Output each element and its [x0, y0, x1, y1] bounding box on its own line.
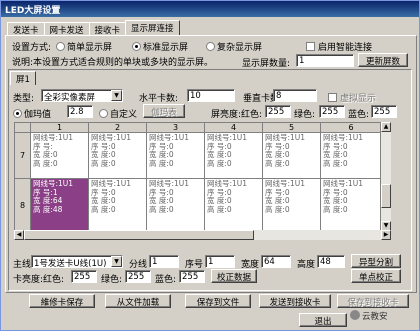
grid-cell[interactable]: 网线号:1U1 序 号:0 宽 度:0 高 度:0: [263, 179, 321, 230]
type-label: 类型:: [13, 94, 35, 104]
update-count-button[interactable]: 更新屏数: [358, 53, 408, 67]
gamma-option[interactable]: 伽玛值: [13, 107, 51, 120]
load-file-button[interactable]: 从文件加载: [105, 294, 171, 308]
col-header: 3: [147, 123, 205, 133]
custom-option[interactable]: 自定义: [99, 107, 137, 120]
chevron-down-icon: ▼: [111, 256, 122, 267]
brightness-label: 屏亮度:红色:: [211, 110, 263, 120]
scroll-thumb[interactable]: [381, 184, 391, 208]
red-input[interactable]: 255: [265, 105, 291, 118]
save-card-button[interactable]: 維修卡保存: [29, 294, 95, 308]
virtual-display[interactable]: 虚拟显示: [328, 91, 376, 104]
scroll-up-icon[interactable]: ▲: [381, 122, 391, 132]
radio-standard[interactable]: [132, 42, 141, 51]
grid-horizontal-scrollbar[interactable]: ◀ ▶: [14, 230, 391, 240]
radio-gamma[interactable]: [13, 109, 22, 118]
send-card-button[interactable]: 发送到接收卡: [259, 294, 331, 308]
watermark-icon: [350, 310, 360, 320]
smart-connect-checkbox[interactable]: [306, 42, 315, 51]
mode-label: 设置方式:: [12, 43, 52, 53]
main-line-select[interactable]: 1号发送卡U线(1U) ▼: [31, 255, 123, 269]
card-green-label: 绿色:: [101, 275, 123, 285]
col-header: 6: [321, 123, 380, 133]
gamma-input[interactable]: 2.8: [67, 105, 93, 118]
height-input[interactable]: 48: [317, 255, 345, 268]
point-calibrate-button[interactable]: 单点校正: [351, 269, 401, 283]
virtual-checkbox[interactable]: [328, 93, 337, 102]
row-header: 7: [15, 133, 31, 179]
main-line-label: 主线: [13, 260, 32, 270]
grid-cell[interactable]: 网线号:1U1 序 号: 宽 度:0 高 度:0: [31, 133, 89, 179]
save-send-button[interactable]: 保存到接收卡: [337, 294, 409, 308]
scroll-left-icon[interactable]: ◀: [14, 230, 24, 240]
row-header: 8: [15, 179, 31, 230]
mode-complex[interactable]: 复杂显示屏: [206, 40, 262, 53]
height-label: 高度: [297, 260, 316, 270]
exit-button[interactable]: 退出: [299, 313, 347, 327]
card-grid[interactable]: 1 2 3 4 5 6 7 8 网线号:1U1 序 号: 宽 度:0 高 度:0 网线…: [14, 122, 381, 231]
save-file-button[interactable]: 保存到文件: [185, 294, 251, 308]
radio-complex[interactable]: [206, 42, 215, 51]
grid-cell[interactable]: 网线号:1U1 序 号:0 宽 度:0 高 度:0: [205, 133, 263, 179]
grid-cell[interactable]: 网线号:1U1 序 号:0 宽 度:0 高 度:0: [263, 133, 321, 179]
mode-standard[interactable]: 标准显示屏: [132, 40, 188, 53]
grid-cell[interactable]: 网线号:1U1 序 号:0 宽 度:0 高 度:0: [89, 133, 147, 179]
col-header: 4: [205, 123, 263, 133]
grid-cell-selected[interactable]: 网线号:1U1 序 号:1 宽 度:64 高 度:48: [31, 179, 89, 230]
card-brightness-label: 卡亮度:红色:: [13, 275, 65, 285]
type-select[interactable]: 全彩实像素屏 ▼: [41, 89, 123, 103]
h-cards-label: 水平卡数:: [139, 94, 179, 104]
split-button[interactable]: 异型分割: [351, 254, 401, 268]
mode-simple[interactable]: 简单显示屏: [56, 40, 112, 53]
smart-connect[interactable]: 启用智能连接: [306, 40, 372, 53]
chevron-down-icon: ▼: [111, 90, 122, 101]
led-settings-window: LED大屏设置 发送卡 网卡发送 接收卡 显示屏连接 设置方式: 简单显示屏 标…: [0, 0, 420, 331]
width-input[interactable]: 64: [261, 255, 291, 268]
grid-cell[interactable]: 网线号:1U1 序 号:0 宽 度:0 高 度:0: [321, 179, 380, 230]
tab-screen-connect[interactable]: 显示屏连接: [125, 20, 180, 36]
col-header: 2: [89, 123, 147, 133]
col-header: 5: [263, 123, 321, 133]
v-cards-input[interactable]: 8: [273, 89, 317, 102]
branch-input[interactable]: 1: [149, 255, 179, 268]
scroll-right-icon[interactable]: ▶: [381, 230, 391, 240]
green-label: 绿色:: [294, 110, 316, 120]
branch-label: 分线: [129, 260, 148, 270]
radio-custom[interactable]: [99, 109, 108, 118]
grid-cell[interactable]: 网线号:1U1 序 号:0 宽 度:0 高 度:0: [147, 179, 205, 230]
blue-label: 蓝色:: [348, 110, 370, 120]
gamma-table-button[interactable]: 伽玛表: [143, 104, 185, 118]
calibrate-button[interactable]: 校正数据: [211, 269, 257, 283]
tab-send-card[interactable]: 发送卡: [7, 22, 45, 36]
blue-input[interactable]: 255: [371, 105, 397, 118]
screen-count-label: 显示屏数量:: [242, 59, 291, 69]
tab-net-send[interactable]: 网卡发送: [43, 22, 90, 36]
seq-label: 序号: [185, 260, 204, 270]
description-text: 说明:本设置方式适合规则的单块或多块的显示屏。: [12, 58, 214, 68]
radio-simple[interactable]: [56, 42, 65, 51]
seq-input[interactable]: 1: [205, 255, 235, 268]
grid-cell[interactable]: 网线号:1U1 序 号:0 宽 度:0 高 度:0: [321, 133, 380, 179]
tab-receive-card[interactable]: 接收卡: [88, 22, 127, 36]
tab-bar: 发送卡 网卡发送 接收卡 显示屏连接: [7, 20, 180, 36]
grid-cell[interactable]: 网线号:1U1 序 号:0 宽 度:0 高 度:0: [205, 179, 263, 230]
screen-count-input[interactable]: 1: [296, 54, 354, 67]
grid-corner: [15, 123, 31, 133]
grid-vertical-scrollbar[interactable]: ▲ ▼: [381, 122, 391, 231]
grid-cell[interactable]: 网线号:1U1 序 号:0 宽 度:0 高 度:0: [147, 133, 205, 179]
col-header: 1: [31, 123, 89, 133]
green-input[interactable]: 255: [319, 105, 345, 118]
h-cards-input[interactable]: 10: [187, 89, 235, 102]
card-green-input[interactable]: 255: [125, 270, 151, 283]
grid-cell[interactable]: 网线号:1U1 序 号:0 宽 度:0 高 度:0: [89, 179, 147, 230]
watermark: 云教安: [350, 310, 388, 322]
card-blue-input[interactable]: 255: [179, 270, 205, 283]
scroll-thumb[interactable]: [24, 230, 254, 240]
card-blue-label: 蓝色:: [155, 275, 177, 285]
card-red-input[interactable]: 255: [71, 270, 97, 283]
window-title: LED大屏设置: [1, 1, 419, 17]
